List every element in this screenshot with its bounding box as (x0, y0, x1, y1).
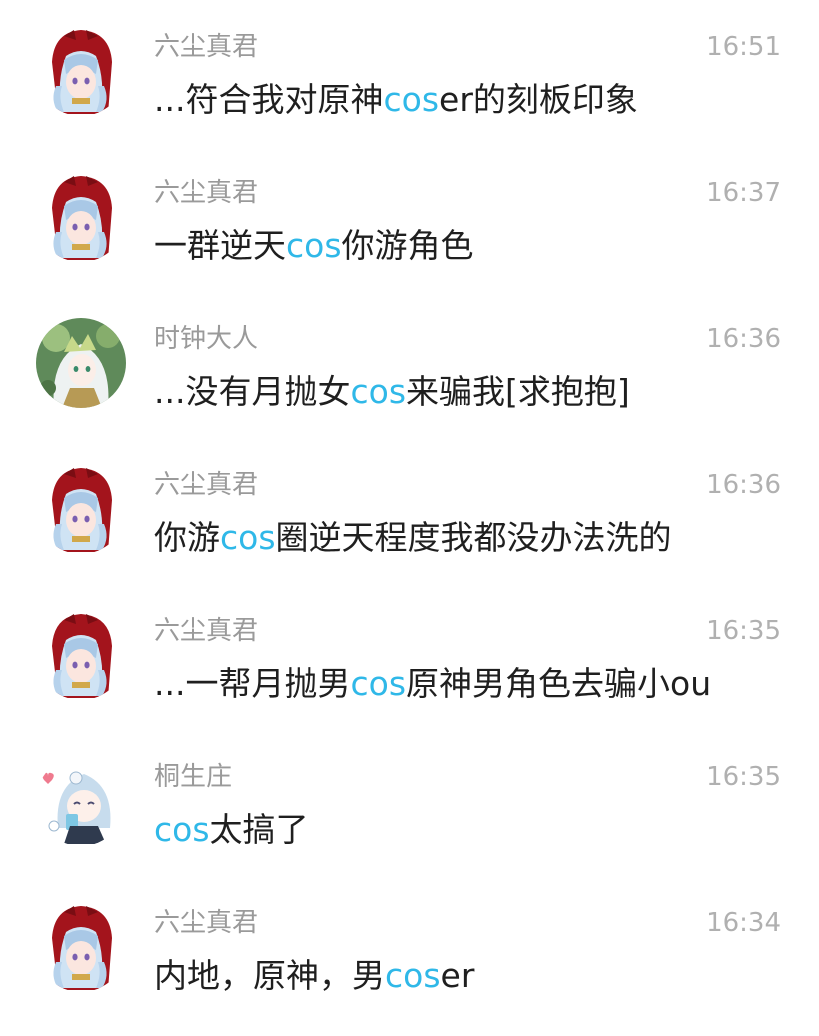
keyword-highlight: cos (154, 810, 210, 849)
message-time: 16:35 (706, 616, 781, 646)
message-text: ...一帮月抛男cos原神男角色去骗小ou (154, 664, 711, 704)
avatar-image (36, 902, 126, 992)
sender-name[interactable]: 六尘真君 (154, 616, 258, 646)
message-item[interactable]: 六尘真君 16:51 ...符合我对原神coser的刻板印象 (0, 14, 819, 160)
message-item[interactable]: 六尘真君 16:36 你游cos圈逆天程度我都没办法洗的 (0, 452, 819, 598)
message-text-segment: er (440, 956, 475, 995)
message-text-segment: ...符合我对原神 (154, 80, 384, 119)
message-item[interactable]: 六尘真君 16:34 内地，原神，男coser (0, 890, 819, 1036)
avatar[interactable] (36, 318, 126, 408)
message-text-segment: er的刻板印象 (439, 80, 638, 119)
message-text: 你游cos圈逆天程度我都没办法洗的 (154, 518, 672, 558)
message-text-segment: 你游 (154, 518, 220, 557)
message-time: 16:36 (706, 470, 781, 500)
message-time: 16:34 (706, 908, 781, 938)
sender-name[interactable]: 六尘真君 (154, 470, 258, 500)
message-text-segment: 你游角色 (341, 226, 474, 265)
avatar[interactable] (36, 756, 126, 846)
avatar[interactable] (36, 26, 126, 116)
message-time: 16:35 (706, 762, 781, 792)
message-text: ...符合我对原神coser的刻板印象 (154, 80, 638, 120)
message-list: 六尘真君 16:51 ...符合我对原神coser的刻板印象 六尘真君 16:37 一群… (0, 0, 819, 1024)
message-text-segment: 原神男角色去骗小ou (406, 664, 712, 703)
message-item[interactable]: 六尘真君 16:35 ...一帮月抛男cos原神男角色去骗小ou (0, 598, 819, 744)
message-text: 一群逆天cos你游角色 (154, 226, 474, 266)
keyword-highlight: cos (350, 372, 407, 411)
message-text: ...没有月抛女cos来骗我[求抱抱] (154, 372, 630, 412)
message-time: 16:36 (706, 324, 781, 354)
avatar-image (36, 464, 126, 554)
sender-name[interactable]: 六尘真君 (154, 908, 258, 938)
keyword-highlight: cos (350, 664, 407, 703)
message-text-segment: 内地，原神，男 (154, 956, 385, 995)
message-text-segment: 一群逆天 (154, 226, 286, 265)
avatar-image (36, 756, 126, 846)
message-text-segment: 圈逆天程度我都没办法洗的 (275, 518, 672, 557)
avatar[interactable] (36, 610, 126, 700)
avatar[interactable] (36, 902, 126, 992)
sender-name[interactable]: 桐生庄 (154, 762, 232, 792)
message-text-segment: 来骗我[求抱抱] (406, 372, 630, 411)
message-text: 内地，原神，男coser (154, 956, 474, 996)
avatar[interactable] (36, 172, 126, 262)
message-time: 16:51 (706, 32, 781, 62)
message-text-segment: ...没有月抛女 (154, 372, 351, 411)
message-text-segment: 太搞了 (209, 810, 309, 849)
sender-name[interactable]: 时钟大人 (154, 324, 258, 354)
keyword-highlight: cos (286, 226, 342, 265)
keyword-highlight: cos (383, 80, 440, 119)
avatar-image (36, 26, 126, 116)
keyword-highlight: cos (220, 518, 276, 557)
avatar-image (36, 172, 126, 262)
sender-name[interactable]: 六尘真君 (154, 32, 258, 62)
message-text-segment: ...一帮月抛男 (154, 664, 351, 703)
message-text: cos太搞了 (154, 810, 309, 850)
message-item[interactable]: 桐生庄 16:35 cos太搞了 (0, 744, 819, 890)
message-time: 16:37 (706, 178, 781, 208)
avatar[interactable] (36, 464, 126, 554)
avatar-image (36, 610, 126, 700)
sender-name[interactable]: 六尘真君 (154, 178, 258, 208)
message-item[interactable]: 时钟大人 16:36 ...没有月抛女cos来骗我[求抱抱] (0, 306, 819, 452)
keyword-highlight: cos (385, 956, 441, 995)
avatar-image (36, 318, 126, 408)
message-item[interactable]: 六尘真君 16:37 一群逆天cos你游角色 (0, 160, 819, 306)
